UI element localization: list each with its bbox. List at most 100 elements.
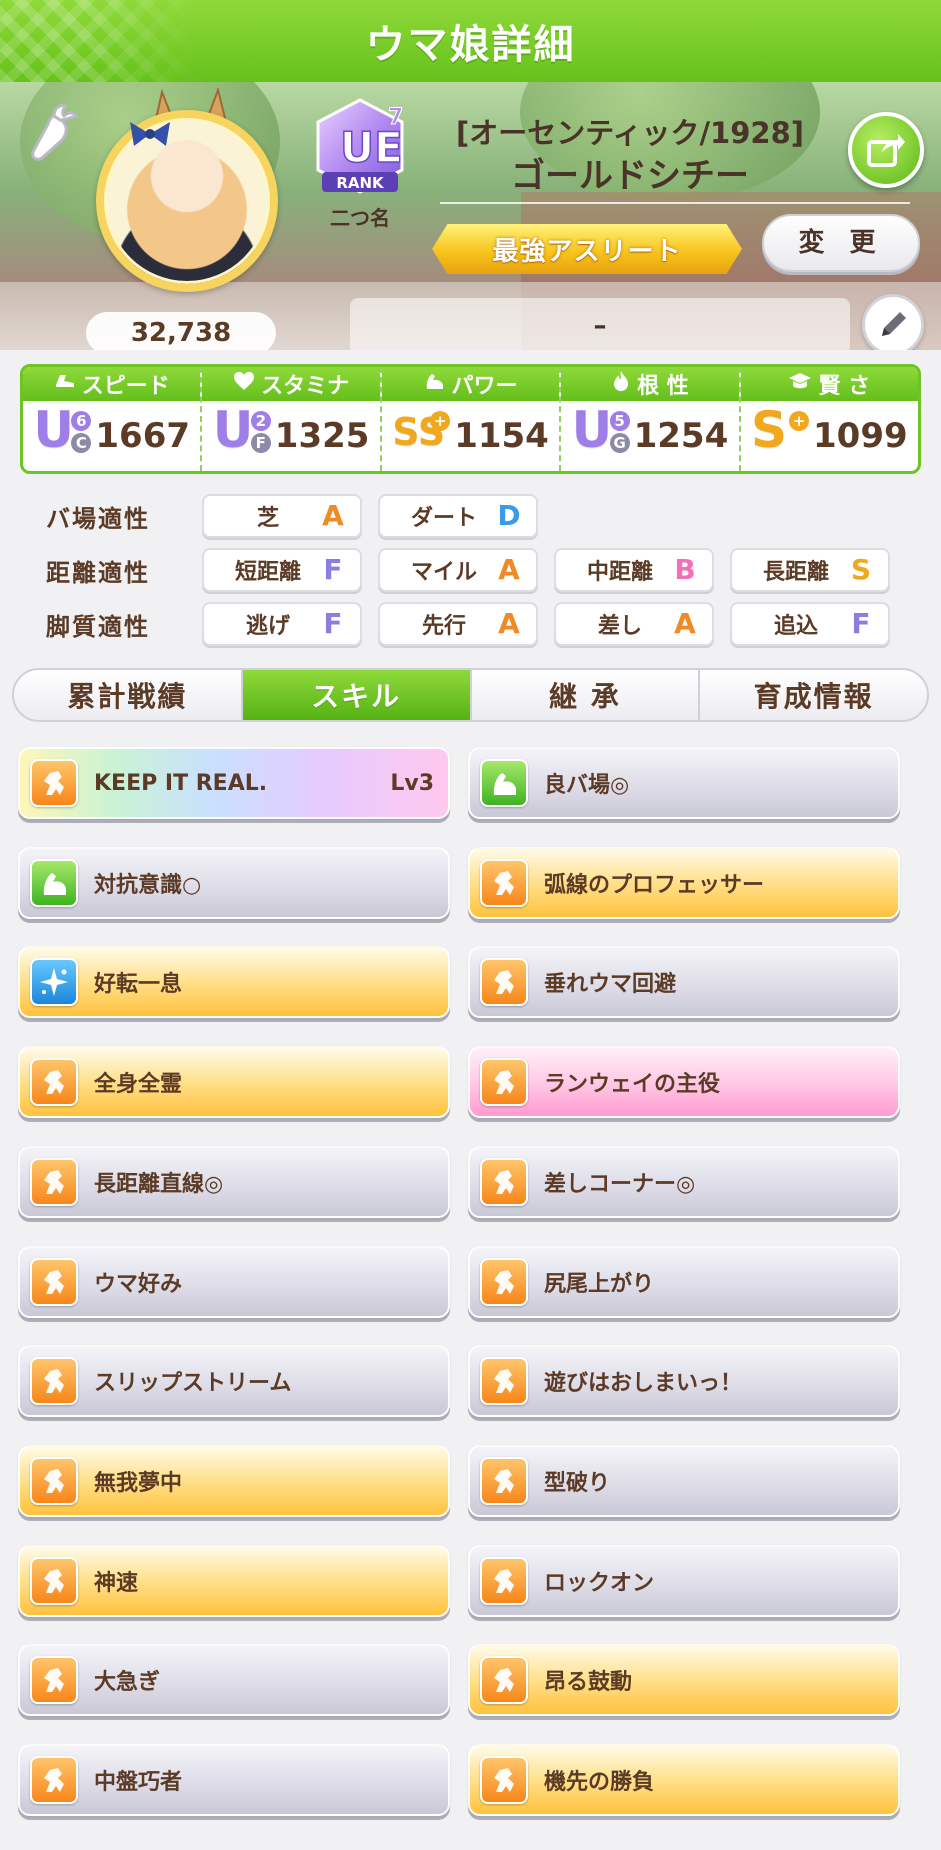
skill-item[interactable]: ロックオン (468, 1544, 900, 1617)
rank-badge-icon: UE 7 RANK (316, 98, 404, 194)
aptitude-cell: 中距離 B (554, 548, 714, 592)
stat-grade: U2F (213, 405, 271, 461)
skill-item[interactable]: 良バ場◎ (468, 747, 900, 819)
carrot-icon[interactable] (24, 100, 80, 162)
stat-column: 賢 さ S +1099 (740, 367, 918, 471)
aptitude-cell: 逃げ F (202, 602, 362, 646)
style-aptitude-row: 脚質適性 (46, 602, 204, 646)
skill-item[interactable]: 中盤巧者 (18, 1744, 450, 1816)
aptitude-name: 長距離 (762, 560, 829, 585)
stat-grade-letter: U (33, 401, 74, 459)
skill-item[interactable]: 尻尾上がり (468, 1245, 900, 1318)
skill-item[interactable]: 昂る鼓動 (468, 1644, 900, 1717)
stat-grade-letter: S (751, 401, 788, 459)
stat-label: 根 性 (637, 374, 689, 399)
running-horse-icon (480, 1756, 528, 1804)
skill-item[interactable]: 好転一息 (18, 946, 450, 1019)
stat-header: パワー (381, 367, 560, 401)
stat-grade-letter: U (212, 401, 254, 459)
skill-name: 全身全霊 (94, 1072, 183, 1098)
aptitude-name: 差し (597, 614, 642, 639)
stat-body: S +1099 (741, 401, 918, 471)
skill-item[interactable]: スリップストリーム (18, 1345, 450, 1418)
track-aptitude-row: バ場適性 (46, 494, 204, 538)
flame-icon (611, 370, 631, 398)
running-horse-icon (30, 1357, 78, 1406)
stat-column: スタミナ U 2 F 1325 (202, 367, 382, 471)
running-horse-icon (30, 1257, 78, 1306)
memo-field: – (350, 298, 850, 350)
skill-name: 長距離直線◎ (94, 1171, 224, 1197)
aptitude-cell: 短距離 F (202, 548, 362, 592)
skill-item[interactable]: 型破り (468, 1444, 900, 1517)
tab-inheritance[interactable]: 継 承 (472, 670, 701, 720)
aptitude-grade: F (323, 607, 343, 640)
running-horse-icon (480, 1556, 528, 1605)
aptitude-grade: F (323, 553, 343, 586)
stat-grade-sub: 2 (250, 411, 271, 431)
skill-name: スリップストリーム (94, 1371, 292, 1397)
ribbon-icon (130, 122, 170, 146)
skill-name: 機先の勝負 (544, 1770, 655, 1795)
aptitude-grade: B (674, 553, 696, 586)
skill-item[interactable]: 大急ぎ (18, 1644, 450, 1717)
stat-grade: U6C (33, 405, 92, 461)
running-horse-icon (30, 1556, 78, 1605)
stat-body: U 6 C 1667 (23, 401, 200, 471)
skill-name: 対抗意識○ (94, 872, 202, 898)
page-title: ウマ娘詳細 (365, 22, 576, 68)
share-button[interactable] (848, 112, 924, 188)
skill-item[interactable]: 対抗意識○ (18, 846, 450, 919)
running-horse-icon (480, 1357, 528, 1406)
aptitude-cell: ダート D (378, 494, 538, 538)
detail-tabs: 累計戦績 スキル 継 承 育成情報 (12, 668, 929, 722)
skill-name: 大急ぎ (94, 1670, 161, 1696)
stat-grade-sub2: F (250, 433, 271, 453)
aptitude-label: バ場適性 (46, 504, 150, 533)
heart-icon (233, 371, 255, 397)
character-name: ゴールドシチー (511, 156, 749, 196)
running-horse-icon (30, 1756, 78, 1804)
skill-item[interactable]: 垂れウマ回避 (468, 946, 900, 1019)
skill-item[interactable]: ウマ好み (18, 1245, 450, 1318)
aptitude-label: 脚質適性 (46, 612, 150, 641)
aptitude-cell: 芝A (202, 494, 362, 538)
skill-item[interactable]: 弧線のプロフェッサー (468, 846, 900, 919)
aptitude-cell: 長距離 S (730, 548, 890, 592)
skill-item[interactable]: ランウェイの主役 (468, 1046, 900, 1119)
skill-item[interactable]: 機先の勝負 (468, 1744, 900, 1816)
skill-item[interactable]: 差しコーナー◎ (468, 1145, 900, 1218)
stat-grade-sub: 6 (71, 411, 92, 431)
stat-header: スタミナ (202, 367, 380, 401)
stat-grade-sub: + (430, 411, 451, 431)
stat-value: 1154 (454, 416, 549, 456)
rank-title-label: 二つ名 (330, 206, 390, 230)
running-horse-icon (480, 1257, 528, 1306)
skill-item[interactable]: 全身全霊 (18, 1046, 450, 1119)
tab-training-info[interactable]: 育成情報 (700, 670, 927, 720)
aptitude-name: 短距離 (234, 560, 301, 585)
aptitude-name: ダート (410, 506, 477, 531)
aptitude-cell: マイル A (378, 548, 538, 592)
skill-name: 良バ場◎ (544, 773, 630, 798)
skill-item[interactable]: 無我夢中 (18, 1444, 450, 1517)
skill-item[interactable]: 神速 (18, 1544, 450, 1617)
skill-name: 無我夢中 (94, 1470, 183, 1496)
skill-item[interactable]: 遊びはおしまいっ！ (468, 1345, 900, 1418)
stat-value: 1667 (95, 416, 191, 456)
aptitude-name: 先行 (421, 614, 466, 639)
skill-item[interactable]: KEEP IT REAL. Lv3 (18, 747, 450, 819)
edit-button[interactable] (862, 294, 924, 350)
skill-name: ウマ好み (94, 1271, 183, 1297)
change-title-button[interactable]: 変 更 (762, 214, 920, 272)
skill-name: 型破り (544, 1470, 611, 1496)
aptitude-cell: 追込 F (730, 602, 890, 646)
tab-race-record[interactable]: 累計戦績 (14, 670, 243, 720)
running-horse-icon (480, 1456, 528, 1505)
character-portrait[interactable] (96, 110, 278, 292)
distance-aptitude-row: 距離適性 (46, 548, 204, 592)
tab-skills[interactable]: スキル (242, 670, 472, 720)
pencil-icon (882, 312, 906, 336)
skill-item[interactable]: 長距離直線◎ (18, 1145, 450, 1218)
stat-body: U 5 G 1254 (561, 401, 738, 471)
